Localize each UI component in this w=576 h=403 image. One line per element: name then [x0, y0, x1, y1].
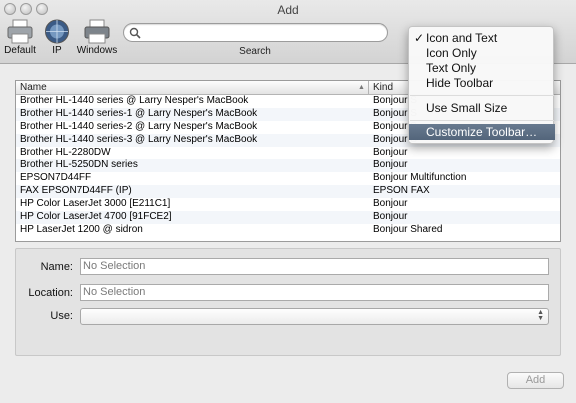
menu-item-label: Customize Toolbar… [426, 125, 538, 139]
location-field[interactable]: No Selection [80, 284, 549, 301]
toolbar-ip-button[interactable]: IP [42, 19, 72, 56]
menu-item-hide-toolbar[interactable]: Hide Toolbar [409, 75, 555, 91]
menu-item-icon-only[interactable]: Icon Only [409, 45, 555, 61]
row-kind: Bonjour [373, 211, 408, 223]
globe-icon [45, 19, 69, 44]
menu-item-label: Icon and Text [426, 31, 498, 45]
name-field[interactable]: No Selection [80, 258, 549, 275]
column-header-name[interactable]: Name [20, 82, 47, 93]
menu-item-label: Use Small Size [426, 101, 508, 115]
toolbar-ip-label: IP [52, 45, 62, 56]
menu-item-label: Icon Only [426, 46, 477, 60]
row-name: Brother HL-1440 series-2 @ Larry Nesper'… [20, 120, 258, 132]
windows-printer-icon [84, 19, 110, 44]
toolbar-windows-label: Windows [76, 45, 118, 56]
table-row[interactable]: HP LaserJet 1200 @ sidron Bonjour Shared [16, 223, 560, 237]
use-label: Use: [50, 310, 73, 322]
table-row[interactable]: Brother HL-5250DN series Bonjour [16, 159, 560, 173]
menu-item-customize-toolbar[interactable]: Customize Toolbar… [409, 124, 555, 140]
menu-item-text-only[interactable]: Text Only [409, 60, 555, 76]
row-kind: EPSON FAX [373, 185, 430, 197]
row-kind: Bonjour Multifunction [373, 172, 467, 184]
search-icon [129, 27, 141, 39]
table-row[interactable]: FAX EPSON7D44FF (IP) EPSON FAX [16, 185, 560, 199]
menu-separator [410, 95, 554, 96]
table-row[interactable]: HP Color LaserJet 3000 [E211C1] Bonjour [16, 198, 560, 211]
table-row[interactable]: Brother HL-2280DW Bonjour [16, 146, 560, 160]
table-row[interactable]: HP Color LaserJet 4700 [91FCE2] Bonjour [16, 211, 560, 224]
row-kind: Bonjour [373, 159, 408, 171]
toolbar-context-menu: ✓ Icon and Text Icon Only Text Only Hide … [408, 26, 555, 144]
menu-item-label: Text Only [426, 61, 477, 75]
row-name: Brother HL-1440 series-3 @ Larry Nesper'… [20, 133, 258, 145]
row-kind: Bonjour Shared [373, 223, 443, 235]
checkmark-icon: ✓ [414, 31, 425, 45]
row-name: Brother HL-1440 series @ Larry Nesper's … [20, 95, 249, 106]
column-header-kind[interactable]: Kind [373, 82, 393, 93]
add-printer-window: Add Default IP Windows Search Name ▲ Kin… [0, 0, 576, 403]
menu-item-label: Hide Toolbar [426, 76, 494, 90]
row-name: HP Color LaserJet 4700 [91FCE2] [20, 211, 172, 223]
column-divider [368, 81, 369, 95]
menu-item-icon-and-text[interactable]: ✓ Icon and Text [409, 30, 555, 46]
name-label: Name: [40, 261, 73, 273]
menu-item-use-small-size[interactable]: Use Small Size [409, 100, 555, 116]
popup-arrows-icon: ▲ ▼ [537, 309, 544, 322]
row-kind: Bonjour [373, 198, 408, 210]
row-name: FAX EPSON7D44FF (IP) [20, 185, 132, 197]
row-name: HP Color LaserJet 3000 [E211C1] [20, 198, 171, 210]
menu-separator [410, 120, 554, 121]
add-button[interactable]: Add [507, 372, 564, 389]
search-label: Search [239, 46, 271, 57]
toolbar-windows-button[interactable]: Windows [76, 19, 118, 56]
location-label: Location: [28, 287, 73, 299]
row-name: Brother HL-5250DN series [20, 159, 138, 171]
use-popup[interactable]: ▲ ▼ [80, 308, 549, 325]
toolbar-default-button[interactable]: Default [3, 19, 37, 56]
table-row[interactable]: EPSON7D44FF Bonjour Multifunction [16, 172, 560, 185]
row-name: EPSON7D44FF [20, 172, 92, 184]
row-kind: Bonjour [373, 146, 408, 158]
sort-ascending-icon: ▲ [358, 84, 365, 91]
row-name: Brother HL-2280DW [20, 146, 111, 158]
row-name: HP LaserJet 1200 @ sidron [20, 223, 143, 235]
window-title: Add [277, 3, 299, 17]
printer-icon [7, 19, 33, 44]
search-field[interactable] [123, 23, 388, 42]
toolbar-default-label: Default [4, 45, 36, 56]
row-name: Brother HL-1440 series-1 @ Larry Nesper'… [20, 107, 258, 119]
